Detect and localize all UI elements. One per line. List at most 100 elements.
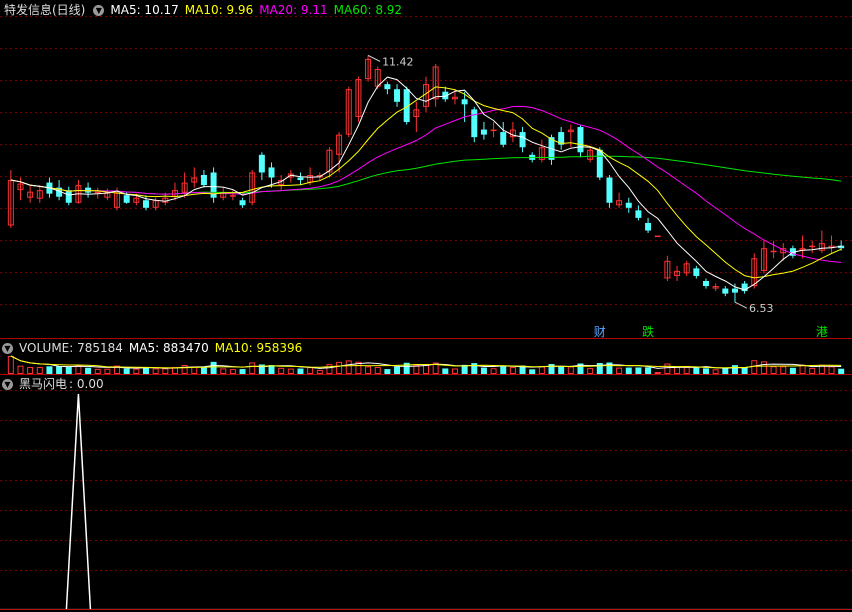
candle-body	[722, 288, 729, 294]
candle-body	[770, 250, 777, 253]
volume-bar	[336, 361, 343, 375]
volume-bar	[451, 368, 458, 374]
high-price-label: 11.42	[382, 55, 414, 68]
volume-bar	[567, 366, 574, 375]
volume-bar	[123, 368, 130, 374]
volume-bar	[287, 368, 294, 374]
candle-body	[519, 132, 526, 148]
volume-bar	[65, 366, 72, 374]
volume-bar	[210, 361, 217, 374]
candle-body	[703, 281, 709, 287]
candle-body	[143, 200, 149, 208]
event-mark: 跌	[642, 324, 654, 339]
volume-bar	[94, 368, 101, 375]
volume-bar	[760, 361, 767, 375]
volume-bar	[133, 368, 140, 375]
volume-bar	[278, 367, 285, 374]
volume-bar	[7, 356, 14, 374]
volume-bar	[152, 368, 159, 374]
volume-bar	[789, 367, 796, 374]
volume-bar	[683, 366, 690, 374]
volume-bar	[46, 366, 53, 374]
volume-bar	[538, 366, 545, 375]
volume-bar	[17, 365, 24, 375]
candle-body	[809, 245, 816, 248]
ma60-line	[10, 155, 842, 195]
volume-bar	[587, 368, 594, 374]
volume-bar	[509, 366, 516, 375]
volume-bar	[548, 364, 555, 374]
volume-bar	[741, 367, 748, 374]
candle-body	[635, 210, 642, 218]
volume-bar	[780, 366, 787, 374]
volume-bar	[307, 367, 314, 374]
volume-bar	[104, 368, 111, 374]
volume-bar	[529, 369, 536, 374]
volume-bar	[674, 366, 681, 374]
candle-body	[268, 167, 275, 178]
low-price-label: 6.53	[749, 302, 774, 315]
candle-body	[480, 129, 487, 135]
annotations: 11.42 6.53 财 跌 港	[367, 54, 828, 339]
high-pointer	[367, 54, 381, 62]
volume-bar	[200, 367, 207, 374]
volume-bar	[56, 366, 63, 374]
candle-body	[258, 154, 265, 173]
candle-body	[471, 109, 478, 138]
volume-bar	[838, 368, 845, 374]
volume-bar	[751, 360, 758, 374]
volume-bar	[490, 368, 497, 374]
volume-bar	[249, 362, 256, 375]
volume-bar	[703, 368, 709, 374]
candle-body	[239, 200, 246, 206]
volume-bar	[809, 367, 816, 375]
volume-bar	[500, 365, 507, 374]
candle-body	[65, 190, 72, 203]
candle-body	[200, 175, 207, 186]
volume-bar	[693, 367, 700, 374]
event-mark: 港	[816, 325, 828, 339]
volume-bar	[442, 368, 449, 374]
volume-bar	[36, 367, 43, 375]
volume-bar	[664, 363, 671, 375]
candle-body	[123, 195, 130, 203]
candle-body	[577, 127, 584, 153]
volume-ma5-line	[10, 355, 842, 369]
volume-bar	[85, 367, 92, 374]
volume-bar	[229, 369, 236, 374]
volume-bar	[480, 367, 487, 374]
ma20-line	[10, 105, 842, 263]
volume-ma10-line	[10, 355, 842, 369]
stock-chart[interactable]: 11.42 6.53 财 跌 港	[0, 0, 852, 612]
volume-bar	[654, 372, 661, 374]
volume-bar	[645, 367, 652, 374]
volume-bar	[616, 367, 623, 375]
candle-body	[606, 177, 613, 203]
candle-body	[461, 99, 468, 105]
candle-body	[384, 84, 391, 90]
ma10-line	[10, 86, 842, 279]
volume-bar	[828, 366, 835, 374]
volume-bar	[799, 364, 806, 375]
candle-body	[645, 222, 652, 231]
candlesticks	[7, 55, 845, 303]
candle-body	[500, 132, 507, 145]
indicator-lines	[0, 393, 852, 610]
volume-bar	[635, 367, 642, 374]
candle-body	[654, 235, 661, 238]
volume-bar	[75, 365, 82, 375]
volume-bar	[143, 367, 149, 374]
volume-bar	[731, 365, 738, 374]
volume-bar	[712, 369, 719, 375]
candle-body	[297, 177, 304, 181]
candle-body	[625, 202, 632, 208]
candle-body	[94, 191, 101, 194]
volume-bar	[770, 366, 777, 375]
volume-bar	[374, 366, 381, 374]
volume-bar	[394, 366, 401, 374]
volume-bar	[365, 366, 372, 375]
low-pointer	[734, 301, 748, 309]
volume-bar	[471, 363, 478, 374]
volume-bar	[297, 368, 304, 374]
candle-body	[229, 195, 236, 197]
